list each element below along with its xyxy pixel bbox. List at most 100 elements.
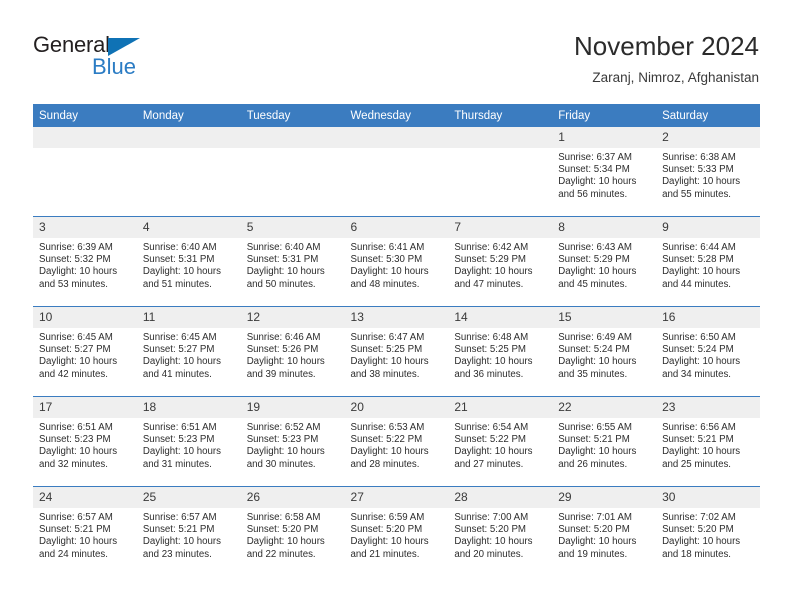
day-cell[interactable]: 22 Sunrise: 6:55 AM Sunset: 5:21 PM Dayligh… — [552, 396, 657, 487]
day-cell[interactable]: 23 Sunrise: 6:56 AM Sunset: 5:21 PM Dayligh… — [656, 396, 760, 487]
sunrise-text: Sunrise: 6:45 AM — [142, 332, 217, 343]
sunrise-text: Sunrise: 6:55 AM — [558, 422, 632, 433]
day-cell[interactable]: 28 Sunrise: 7:00 AM Sunset: 5:20 PM Dayligh… — [448, 486, 553, 576]
sunset-text: Sunset: 5:33 PM — [662, 164, 734, 176]
day-cell[interactable]: 27 Sunrise: 6:59 AM Sunset: 5:20 PM Dayligh… — [344, 486, 449, 576]
daylight-text-line2: and 39 minutes. — [246, 368, 316, 380]
day-cell[interactable]: 20 Sunrise: 6:53 AM Sunset: 5:22 PM Dayligh… — [344, 396, 449, 487]
day-info — [241, 148, 345, 152]
sunrise-text: Sunrise: 6:48 AM — [454, 332, 529, 343]
day-cell[interactable] — [136, 127, 241, 217]
day-info: Sunrise: 6:57 AM Sunset: 5:21 PM Daylight:… — [33, 508, 137, 561]
sunset-text: Sunset: 5:20 PM — [662, 524, 734, 536]
day-cell[interactable]: 7 Sunrise: 6:42 AM Sunset: 5:29 PM Daylight… — [448, 216, 553, 307]
day-cell[interactable]: 1 Sunrise: 6:37 AM Sunset: 5:34 PM Daylight… — [552, 127, 657, 217]
sunrise-text: Sunrise: 6:58 AM — [246, 512, 321, 523]
sunset-text: Sunset: 5:30 PM — [350, 254, 423, 266]
day-cell[interactable] — [240, 127, 345, 217]
day-info: Sunrise: 6:55 AM Sunset: 5:21 PM Daylight:… — [552, 418, 656, 471]
sunrise-text: Sunrise: 6:51 AM — [39, 422, 113, 433]
day-cell[interactable]: 10 Sunrise: 6:45 AM Sunset: 5:27 PM Dayligh… — [33, 306, 137, 397]
day-number: 17 — [33, 397, 137, 418]
weekday-header-monday: Monday — [136, 104, 241, 127]
sunrise-text: Sunrise: 6:42 AM — [454, 242, 529, 253]
sunset-text: Sunset: 5:23 PM — [246, 434, 319, 446]
sunrise-text: Sunrise: 6:51 AM — [142, 422, 217, 433]
daylight-text-line1: Daylight: 10 hours — [39, 356, 118, 368]
day-cell[interactable]: 15 Sunrise: 6:49 AM Sunset: 5:24 PM Dayligh… — [552, 306, 657, 397]
daylight-text-line1: Daylight: 10 hours — [39, 446, 118, 458]
daylight-text-line2: and 25 minutes. — [662, 458, 731, 470]
day-cell[interactable]: 8 Sunrise: 6:43 AM Sunset: 5:29 PM Daylight… — [552, 216, 657, 307]
daylight-text-line2: and 22 minutes. — [246, 548, 316, 560]
sunrise-text: Sunrise: 6:38 AM — [662, 152, 736, 163]
day-cell[interactable]: 18 Sunrise: 6:51 AM Sunset: 5:23 PM Dayligh… — [136, 396, 241, 487]
day-info: Sunrise: 6:53 AM Sunset: 5:22 PM Daylight:… — [345, 418, 449, 471]
daylight-text-line2: and 35 minutes. — [558, 368, 628, 380]
day-number: 9 — [656, 217, 760, 238]
day-cell[interactable]: 17 Sunrise: 6:51 AM Sunset: 5:23 PM Dayligh… — [33, 396, 137, 487]
day-number: 3 — [33, 217, 137, 238]
day-info: Sunrise: 6:45 AM Sunset: 5:27 PM Daylight:… — [33, 328, 137, 381]
calendar-body: 1 Sunrise: 6:37 AM Sunset: 5:34 PM Daylight… — [33, 127, 760, 576]
day-number: 25 — [136, 487, 241, 508]
sunrise-text: Sunrise: 6:40 AM — [246, 242, 321, 253]
day-info: Sunrise: 6:58 AM Sunset: 5:20 PM Daylight:… — [241, 508, 345, 561]
daylight-text-line2: and 19 minutes. — [558, 548, 628, 560]
day-cell[interactable]: 2 Sunrise: 6:38 AM Sunset: 5:33 PM Daylight… — [656, 127, 760, 217]
daylight-text-line2: and 20 minutes. — [454, 548, 524, 560]
day-cell[interactable]: 3 Sunrise: 6:39 AM Sunset: 5:32 PM Daylight… — [33, 216, 137, 307]
sunrise-text: Sunrise: 6:49 AM — [558, 332, 632, 343]
day-number: 26 — [240, 487, 345, 508]
day-cell[interactable]: 19 Sunrise: 6:52 AM Sunset: 5:23 PM Dayligh… — [240, 396, 345, 487]
day-cell[interactable]: 12 Sunrise: 6:46 AM Sunset: 5:26 PM Dayligh… — [240, 306, 345, 397]
daylight-text-line2: and 23 minutes. — [142, 548, 212, 560]
day-cell[interactable]: 5 Sunrise: 6:40 AM Sunset: 5:31 PM Daylight… — [240, 216, 345, 307]
sunrise-text: Sunrise: 6:53 AM — [350, 422, 425, 433]
day-cell[interactable] — [33, 127, 137, 217]
day-cell[interactable]: 6 Sunrise: 6:41 AM Sunset: 5:30 PM Daylight… — [344, 216, 449, 307]
weekday-header-thursday: Thursday — [448, 104, 553, 127]
daylight-text-line2: and 55 minutes. — [662, 188, 731, 200]
sunset-text: Sunset: 5:26 PM — [246, 344, 319, 356]
daylight-text-line2: and 18 minutes. — [662, 548, 731, 560]
sunset-text: Sunset: 5:27 PM — [39, 344, 111, 356]
day-number: 15 — [552, 307, 657, 328]
sunset-text: Sunset: 5:29 PM — [558, 254, 630, 266]
day-number: 13 — [344, 307, 449, 328]
day-cell[interactable]: 4 Sunrise: 6:40 AM Sunset: 5:31 PM Daylight… — [136, 216, 241, 307]
day-info: Sunrise: 6:47 AM Sunset: 5:25 PM Daylight:… — [345, 328, 449, 381]
day-info: Sunrise: 6:37 AM Sunset: 5:34 PM Daylight:… — [552, 148, 656, 201]
day-number: 30 — [656, 487, 760, 508]
general-blue-logo[interactable]: General Blue — [33, 32, 273, 88]
sunrise-text: Sunrise: 6:52 AM — [246, 422, 321, 433]
day-info: Sunrise: 7:01 AM Sunset: 5:20 PM Daylight:… — [552, 508, 656, 561]
day-number: 1 — [552, 127, 657, 148]
daylight-text-line1: Daylight: 10 hours — [662, 446, 741, 458]
day-info — [137, 148, 241, 152]
day-cell[interactable]: 24 Sunrise: 6:57 AM Sunset: 5:21 PM Dayligh… — [33, 486, 137, 576]
daylight-text-line1: Daylight: 10 hours — [142, 536, 221, 548]
daylight-text-line1: Daylight: 10 hours — [246, 266, 325, 278]
day-cell[interactable]: 14 Sunrise: 6:48 AM Sunset: 5:25 PM Dayligh… — [448, 306, 553, 397]
day-info: Sunrise: 6:51 AM Sunset: 5:23 PM Daylight:… — [137, 418, 241, 471]
day-cell[interactable]: 11 Sunrise: 6:45 AM Sunset: 5:27 PM Dayligh… — [136, 306, 241, 397]
day-cell[interactable]: 9 Sunrise: 6:44 AM Sunset: 5:28 PM Daylight… — [656, 216, 760, 307]
day-number — [344, 127, 449, 148]
day-number — [136, 127, 241, 148]
day-cell[interactable]: 26 Sunrise: 6:58 AM Sunset: 5:20 PM Dayligh… — [240, 486, 345, 576]
sunrise-text: Sunrise: 7:02 AM — [662, 512, 736, 523]
day-cell[interactable]: 13 Sunrise: 6:47 AM Sunset: 5:25 PM Dayligh… — [344, 306, 449, 397]
day-cell[interactable] — [344, 127, 449, 217]
sunset-text: Sunset: 5:34 PM — [558, 164, 630, 176]
day-info: Sunrise: 6:48 AM Sunset: 5:25 PM Daylight:… — [448, 328, 552, 381]
day-cell[interactable]: 21 Sunrise: 6:54 AM Sunset: 5:22 PM Dayligh… — [448, 396, 553, 487]
calendar-week-row: 1 Sunrise: 6:37 AM Sunset: 5:34 PM Daylight… — [33, 127, 760, 217]
sunrise-text: Sunrise: 6:43 AM — [558, 242, 632, 253]
day-cell[interactable]: 16 Sunrise: 6:50 AM Sunset: 5:24 PM Dayligh… — [656, 306, 760, 397]
day-cell[interactable]: 30 Sunrise: 7:02 AM Sunset: 5:20 PM Dayligh… — [656, 486, 760, 576]
daylight-text-line2: and 53 minutes. — [39, 278, 108, 290]
day-cell[interactable] — [448, 127, 553, 217]
day-cell[interactable]: 25 Sunrise: 6:57 AM Sunset: 5:21 PM Dayligh… — [136, 486, 241, 576]
day-cell[interactable]: 29 Sunrise: 7:01 AM Sunset: 5:20 PM Dayligh… — [552, 486, 657, 576]
